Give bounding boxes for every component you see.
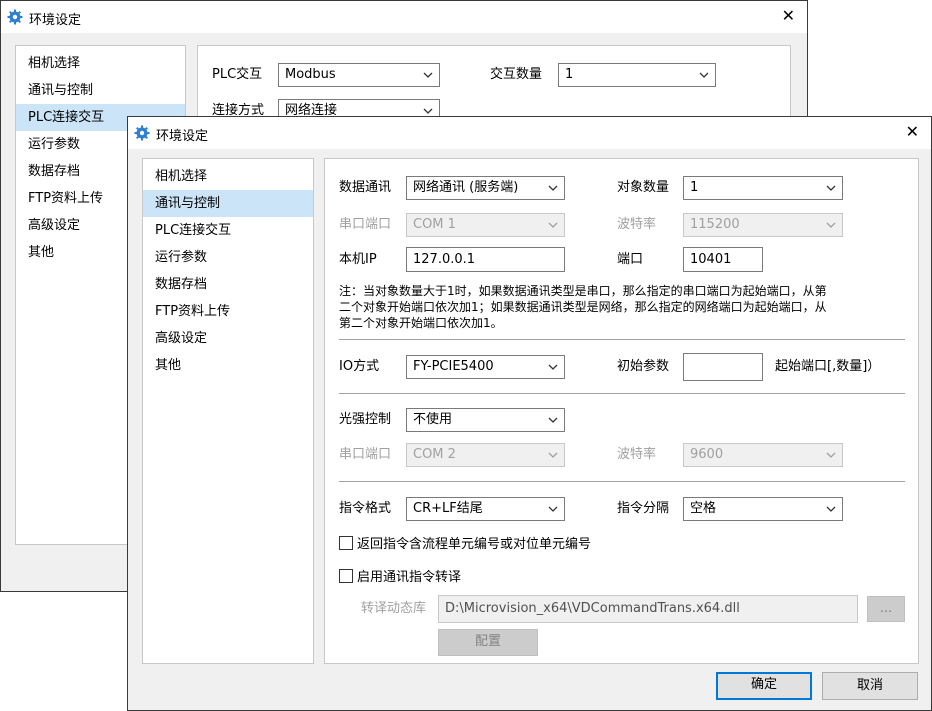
chevron-down-icon (548, 452, 558, 458)
front-content-panel: 数据通讯 网络通讯 (服务端) 对象数量 1 串口端口 COM 1 波特率 11… (324, 158, 919, 664)
separator (339, 339, 905, 340)
nav-item-ftp[interactable]: FTP资料上传 (143, 298, 313, 325)
comm-note: 注：当对象数量大于1时，如果数据通讯类型是串口，那么指定的串口端口为起始端口，从… (339, 283, 827, 331)
nav-item-camera[interactable]: 相机选择 (143, 163, 313, 190)
config-button[interactable]: 配置 (438, 629, 538, 656)
io-mode-select[interactable]: FY-PCIE5400 (406, 355, 565, 379)
nav-item-advanced[interactable]: 高级设定 (143, 325, 313, 352)
cmd-format-label: 指令格式 (339, 501, 392, 516)
front-window-title: 环境设定 (156, 129, 209, 144)
translate-lib-label: 转译动态库 (361, 601, 427, 616)
back-close-icon[interactable]: ✕ (782, 7, 795, 25)
io-mode-label: IO方式 (339, 359, 380, 374)
local-ip-input[interactable]: 127.0.0.1 (406, 247, 565, 272)
back-nav-item-camera[interactable]: 相机选择 (16, 50, 185, 77)
nav-item-archive[interactable]: 数据存档 (143, 271, 313, 298)
separator (339, 481, 905, 482)
data-comm-label: 数据通讯 (339, 180, 392, 195)
chevron-down-icon (826, 222, 836, 228)
front-nav-list: 相机选择 通讯与控制 PLC连接交互 运行参数 数据存档 FTP资料上传 高级设… (142, 158, 314, 664)
nav-item-other[interactable]: 其他 (143, 352, 313, 379)
checkbox-box[interactable] (339, 536, 353, 550)
front-title-bar[interactable]: 环境设定 ✕ (128, 117, 931, 149)
front-close-icon[interactable]: ✕ (906, 123, 919, 141)
serial-port-1-label: 串口端口 (339, 217, 392, 232)
port-input[interactable]: 10401 (683, 247, 763, 272)
interaction-count-select[interactable]: 1 (558, 63, 716, 87)
chevron-down-icon (699, 72, 709, 78)
chevron-down-icon (826, 506, 836, 512)
back-window-title: 环境设定 (29, 13, 82, 28)
return-flow-checkbox-label: 返回指令含流程单元编号或对位单元编号 (357, 537, 592, 552)
port-label: 端口 (617, 252, 644, 267)
light-control-label: 光强控制 (339, 412, 392, 427)
plc-interaction-select[interactable]: Modbus (278, 63, 440, 87)
serial-port-2-label: 串口端口 (339, 447, 392, 462)
translate-lib-input[interactable]: D:\Microvision_x64\VDCommandTrans.x64.dl… (438, 595, 858, 623)
chevron-down-icon (548, 364, 558, 370)
nav-item-plc[interactable]: PLC连接交互 (143, 217, 313, 244)
gear-icon (7, 9, 23, 25)
back-title-bar[interactable]: 环境设定 ✕ (1, 1, 807, 33)
object-count-label: 对象数量 (617, 180, 670, 195)
serial-port-2-select[interactable]: COM 2 (406, 443, 565, 467)
note-line: 二个对象开始端口依次加1；如果数据通讯类型是网络，那么指定的网络端口为起始端口，… (339, 300, 827, 314)
ok-button[interactable]: 确定 (716, 672, 812, 700)
checkbox-box[interactable] (339, 569, 353, 583)
chevron-down-icon (826, 452, 836, 458)
note-line: 第二个对象开始端口依次加1。 (339, 316, 503, 330)
baud-rate-1-label: 波特率 (617, 217, 657, 232)
chevron-down-icon (548, 417, 558, 423)
nav-item-run-params[interactable]: 运行参数 (143, 244, 313, 271)
chevron-down-icon (423, 108, 433, 114)
chevron-down-icon (548, 506, 558, 512)
back-nav-item-comm[interactable]: 通讯与控制 (16, 77, 185, 104)
data-comm-select[interactable]: 网络通讯 (服务端) (406, 176, 565, 200)
plc-interaction-label: PLC交互 (212, 67, 263, 82)
light-control-select[interactable]: 不使用 (406, 408, 565, 432)
chevron-down-icon (548, 222, 558, 228)
separator (339, 393, 905, 394)
baud-rate-2-select[interactable]: 9600 (683, 443, 843, 467)
gear-icon (134, 125, 150, 141)
cancel-button[interactable]: 取消 (822, 672, 918, 700)
chevron-down-icon (826, 185, 836, 191)
chevron-down-icon (423, 72, 433, 78)
cmd-separator-select[interactable]: 空格 (683, 497, 843, 521)
cmd-separator-label: 指令分隔 (617, 501, 670, 516)
translate-lib-browse-button[interactable]: ... (867, 596, 905, 622)
init-params-label: 初始参数 (617, 359, 670, 374)
front-settings-window: 环境设定 ✕ 相机选择 通讯与控制 PLC连接交互 运行参数 数据存档 FTP资… (127, 116, 932, 711)
interaction-count-label: 交互数量 (490, 67, 543, 82)
cmd-format-select[interactable]: CR+LF结尾 (406, 497, 565, 521)
serial-port-1-select[interactable]: COM 1 (406, 213, 565, 237)
init-params-hint: 起始端口[,数量]） (775, 359, 881, 374)
baud-rate-1-select[interactable]: 115200 (683, 213, 843, 237)
note-line: 注：当对象数量大于1时，如果数据通讯类型是串口，那么指定的串口端口为起始端口，从… (339, 284, 827, 298)
enable-translate-checkbox[interactable]: 启用通讯指令转译 (339, 568, 461, 588)
object-count-select[interactable]: 1 (683, 176, 843, 200)
enable-translate-checkbox-label: 启用通讯指令转译 (357, 570, 462, 585)
baud-rate-2-label: 波特率 (617, 447, 657, 462)
local-ip-label: 本机IP (339, 252, 377, 267)
nav-item-comm-control[interactable]: 通讯与控制 (143, 190, 313, 217)
return-flow-checkbox[interactable]: 返回指令含流程单元编号或对位单元编号 (339, 535, 591, 555)
chevron-down-icon (548, 185, 558, 191)
init-params-input[interactable] (683, 353, 763, 381)
